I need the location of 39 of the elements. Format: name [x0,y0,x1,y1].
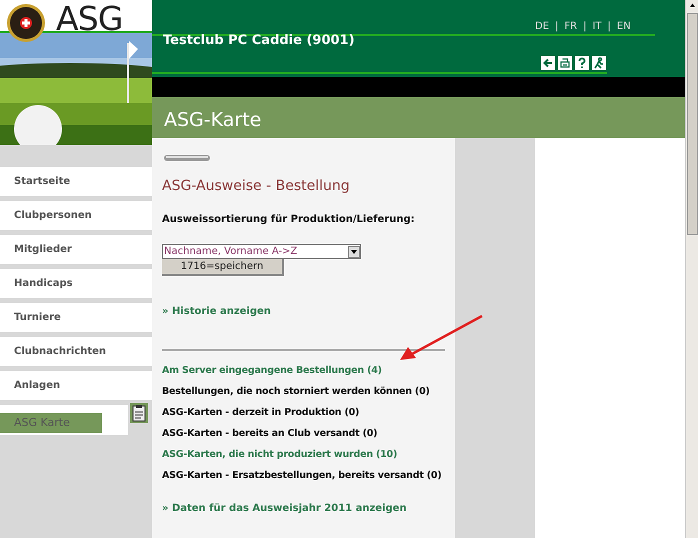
sidebar-item[interactable]: Anlagen [0,371,152,400]
language-link[interactable]: IT [592,19,602,34]
help-icon[interactable] [575,56,589,70]
clip-icon [164,154,210,162]
language-link[interactable]: FR [564,19,578,34]
sort-dropdown[interactable]: Nachname, Vorname A->Z [162,244,361,259]
separator: | [583,20,586,34]
language-link[interactable]: EN [616,19,631,34]
clipboard-icon[interactable] [130,403,148,423]
order-status: Bestellungen, die noch storniert werden können (0) [162,385,431,399]
sidebar-item[interactable]: Clubpersonen [0,201,152,230]
sidebar-item[interactable]: Handicaps [0,269,152,298]
separator: | [555,20,558,34]
order-status: ASG-Karten - Ersatzbestellungen, bereits versandt (0) [162,469,442,483]
sort-label: Ausweissortierung für Produktion/Lieferung: [162,213,416,227]
page-title: ASG-Karte [164,108,262,132]
scrollbar[interactable] [685,0,698,538]
caret-icon [351,250,357,254]
order-status: ASG-Karten - bereits an Club versandt (0) [162,427,378,441]
back-arrow-icon[interactable] [541,56,555,70]
separator: | [608,20,611,34]
sidebar-item[interactable]: Turniere [0,303,152,332]
sidebar-item[interactable]: Startseite [0,167,152,196]
order-status: ASG-Karten - derzeit in Produktion (0) [162,406,360,420]
logo-text: ASG [56,0,123,38]
save-button[interactable]: 1716=speichern [162,259,284,276]
printer-icon[interactable] [558,56,572,70]
language-link[interactable]: DE [535,19,550,34]
sidebar-item[interactable]: Clubnachrichten [0,337,152,366]
emblem-icon [6,3,46,43]
order-link[interactable]: ASG-Karten, die nicht produziert wurden (10) [162,448,445,462]
running-figure-icon[interactable] [592,56,606,70]
year-link[interactable]: » Daten für das Ausweisjahr 2011 anzeigen [162,501,445,516]
club-name: Testclub PC Caddie (9001) [163,32,355,50]
order-link[interactable]: Am Server eingegangene Bestellungen (4) [162,364,445,378]
sidebar-item[interactable]: Mitglieder [0,235,152,264]
history-link[interactable]: » Historie anzeigen [162,304,445,319]
scroll-thumb[interactable] [686,13,698,235]
section-heading: ASG-Ausweise - Bestellung [162,177,351,196]
